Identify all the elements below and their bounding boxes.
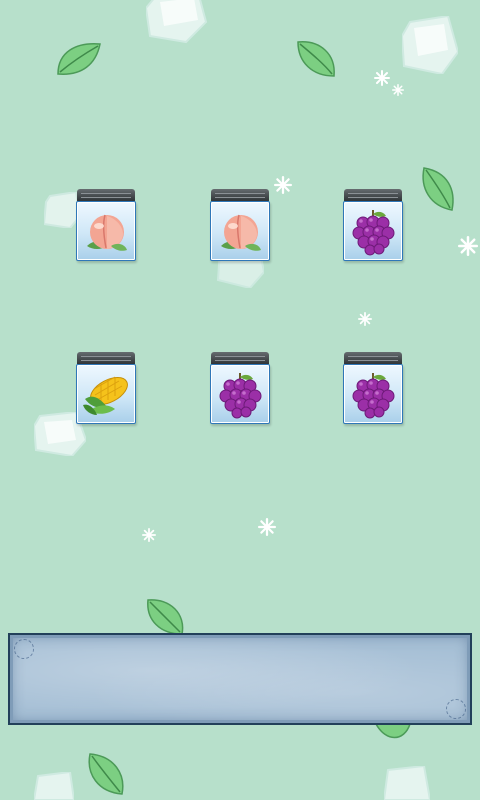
corn-icon [83,376,128,415]
tile-grape[interactable] [343,352,403,426]
tile-face [343,364,403,424]
ice-cube-icon [402,16,458,74]
tile-peach[interactable] [76,189,136,263]
grape-icon [219,373,262,419]
leaf-icon [86,752,126,796]
tile-grape[interactable] [343,189,403,263]
leaf-icon [420,166,456,212]
leaf-icon [374,722,412,742]
leaf-icon [146,596,186,636]
ice-cube-icon [34,772,74,800]
tile-stack-edge [211,352,269,364]
tile-face [343,201,403,261]
grape-icon [352,373,395,419]
peach-icon [87,214,127,251]
tile-corn[interactable] [76,352,136,426]
snowflake-icon [142,528,156,542]
tile-stack-edge [344,352,402,364]
leaf-icon [54,40,102,78]
snowflake-icon [258,518,276,536]
tile-stack-edge [211,189,269,201]
tile-face [76,201,136,261]
snowflake-icon [274,176,292,194]
tile-face [210,364,270,424]
tile-stack-edge [77,189,135,201]
leaf-icon [296,38,338,78]
grape-icon [352,210,395,256]
tile-stack-edge [344,189,402,201]
snowflake-icon [374,70,390,86]
peach-icon [221,214,261,251]
tile-face [210,201,270,261]
collection-tray [8,633,472,725]
snowflake-icon [392,84,404,96]
snowflake-icon [458,236,478,256]
tile-face [76,364,136,424]
snowflake-icon [358,312,372,326]
tile-peach[interactable] [210,189,270,263]
ice-cube-icon [146,0,208,44]
tile-grape[interactable] [210,352,270,426]
ice-cube-icon [384,766,430,800]
ice-cube-icon [44,192,80,228]
tile-stack-edge [77,352,135,364]
